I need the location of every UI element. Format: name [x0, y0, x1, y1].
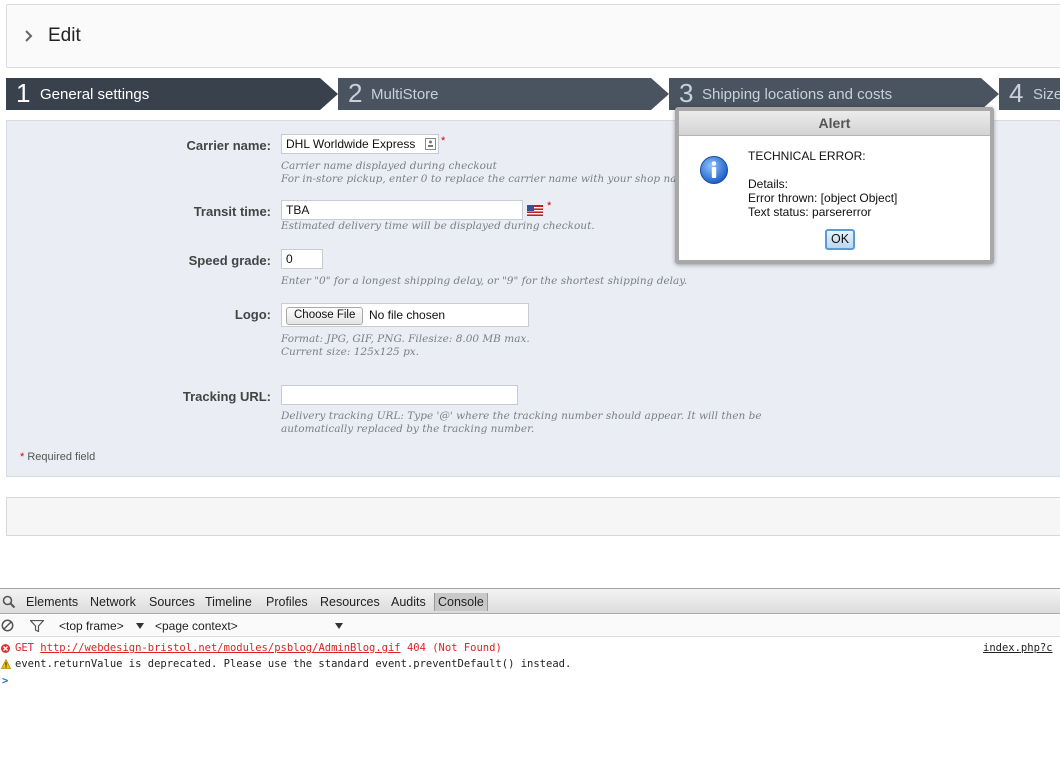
- step-label: Size: [1033, 86, 1060, 103]
- step-number: 2: [348, 78, 363, 108]
- tab-timeline[interactable]: Timeline: [205, 595, 252, 609]
- step-multistore[interactable]: 2 MultiStore: [338, 78, 669, 110]
- step-label: General settings: [40, 86, 150, 103]
- transit-time-input[interactable]: TBA: [281, 200, 523, 220]
- required-star: *: [20, 451, 25, 463]
- console-prompt-row[interactable]: >: [0, 673, 1060, 689]
- tab-profiles[interactable]: Profiles: [266, 595, 308, 609]
- transit-time-hint: Estimated delivery time will be displaye…: [281, 220, 595, 232]
- search-icon[interactable]: [2, 595, 16, 609]
- tab-audits[interactable]: Audits: [391, 595, 426, 609]
- step-number: 3: [679, 78, 694, 108]
- tracking-url-hint: Delivery tracking URL: Type '@' where th…: [281, 410, 762, 435]
- tab-console[interactable]: Console: [434, 593, 488, 611]
- logo-label: Logo:: [234, 307, 271, 322]
- filter-icon[interactable]: [30, 620, 44, 632]
- error-prefix: GET: [15, 642, 41, 654]
- speed-grade-value: 0: [286, 252, 293, 266]
- chevron-down-icon: [136, 623, 144, 629]
- speed-grade-label: Speed grade:: [188, 253, 271, 268]
- devtools-panel: Elements Network Sources Timeline Profil…: [0, 588, 1060, 760]
- frame-select-value: <top frame>: [59, 619, 124, 633]
- logo-hint: Format: JPG, GIF, PNG. Filesize: 8.00 MB…: [281, 333, 530, 358]
- required-field-text: Required field: [27, 451, 96, 463]
- choose-file-button[interactable]: Choose File: [286, 307, 364, 325]
- speed-grade-hint: Enter "0" for a longest shipping delay, …: [281, 275, 688, 287]
- carrier-name-label: Carrier name:: [186, 138, 271, 153]
- step-shipping-locations[interactable]: 3 Shipping locations and costs: [669, 78, 999, 110]
- console-error-row: GET http://webdesign-bristol.net/modules…: [0, 640, 1060, 656]
- page-title: Edit: [48, 25, 81, 46]
- chevron-right-icon[interactable]: [23, 30, 35, 42]
- context-select-value: <page context>: [155, 619, 238, 633]
- tracking-url-label: Tracking URL:: [182, 389, 271, 404]
- alert-title: Alert: [679, 111, 990, 136]
- alert-dialog: Alert TECHNICAL ERROR: Details: Error th…: [675, 107, 994, 264]
- error-icon: [1, 644, 10, 653]
- required-star: *: [441, 135, 446, 147]
- required-star: *: [547, 200, 552, 212]
- info-icon: [700, 156, 728, 184]
- required-field-note: * Required field: [20, 451, 95, 463]
- tab-elements[interactable]: Elements: [26, 595, 78, 609]
- tab-sources[interactable]: Sources: [149, 595, 195, 609]
- step-arrow-icon: [981, 78, 999, 110]
- clear-console-icon[interactable]: [1, 619, 14, 632]
- file-status-text: No file chosen: [369, 308, 446, 322]
- step-general-settings[interactable]: 1 General settings: [6, 78, 338, 110]
- devtools-tabbar: Elements Network Sources Timeline Profil…: [0, 589, 1060, 614]
- wizard-steps: 1 General settings 2 MultiStore 3 Shippi…: [6, 78, 1060, 110]
- carrier-name-value: DHL Worldwide Express: [286, 137, 416, 151]
- transit-time-label: Transit time:: [193, 204, 271, 219]
- alert-message: TECHNICAL ERROR: Details: Error thrown: …: [748, 149, 898, 219]
- error-source-link[interactable]: index.php?c: [983, 640, 1053, 656]
- console-warning-row: event.returnValue is deprecated. Please …: [0, 656, 1060, 672]
- frame-select[interactable]: <top frame>: [59, 619, 124, 633]
- tab-resources[interactable]: Resources: [320, 595, 380, 609]
- chevron-down-icon: [335, 623, 343, 629]
- carrier-name-hint: Carrier name displayed during checkout F…: [281, 160, 696, 185]
- error-url-link[interactable]: http://webdesign-bristol.net/modules/psb…: [40, 642, 400, 654]
- step-label: Shipping locations and costs: [702, 86, 893, 103]
- error-suffix: 404 (Not Found): [400, 642, 502, 654]
- logo-file-input[interactable]: Choose File No file chosen: [281, 303, 529, 327]
- speed-grade-input[interactable]: 0: [281, 249, 323, 269]
- tracking-url-input[interactable]: [281, 385, 518, 405]
- tab-network[interactable]: Network: [90, 595, 136, 609]
- context-select[interactable]: <page context>: [155, 619, 238, 633]
- step-number: 4: [1009, 78, 1024, 108]
- step-arrow-icon: [320, 78, 338, 110]
- step-label: MultiStore: [371, 86, 439, 103]
- warning-icon: [1, 659, 11, 669]
- translate-flag-icon[interactable]: [527, 205, 543, 216]
- warning-text: event.returnValue is deprecated. Please …: [15, 658, 572, 670]
- carrier-name-input[interactable]: DHL Worldwide Express: [281, 134, 439, 154]
- prompt-icon: >: [2, 675, 9, 687]
- ok-button[interactable]: OK: [825, 229, 855, 250]
- contact-card-icon: [425, 138, 436, 150]
- page-header: Edit: [6, 4, 1060, 68]
- transit-time-value: TBA: [286, 203, 310, 217]
- step-size[interactable]: 4 Size: [999, 78, 1060, 110]
- console-toolbar: <top frame> <page context>: [0, 615, 1060, 637]
- step-arrow-icon: [651, 78, 669, 110]
- form-footer-bar: [6, 497, 1060, 536]
- step-number: 1: [16, 78, 31, 108]
